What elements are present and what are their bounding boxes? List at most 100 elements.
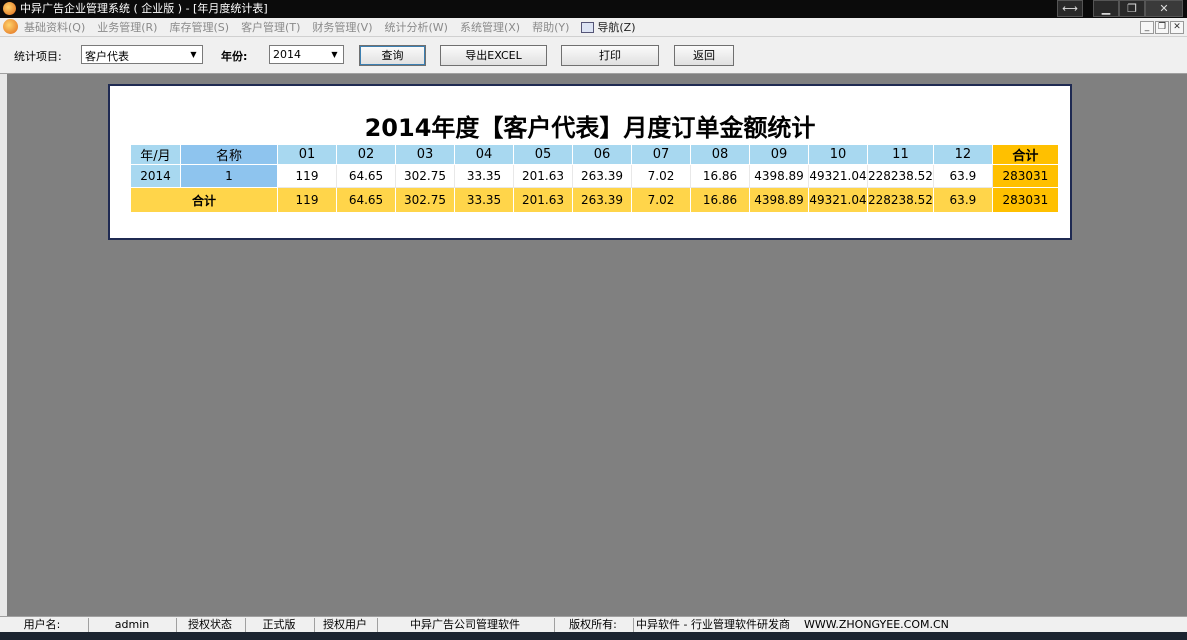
total-month-value: 49321.04	[808, 187, 868, 213]
year-label: 年份:	[221, 50, 248, 63]
row-month-value: 263.39	[572, 164, 632, 188]
header-month: 09	[749, 144, 809, 165]
mdi-close-button[interactable]: ✕	[1170, 21, 1184, 34]
total-month-value: 201.63	[513, 187, 573, 213]
row-month-value: 63.9	[932, 164, 993, 188]
row-month-value: 201.63	[513, 164, 573, 188]
status-licensee-value: 中异广告公司管理软件	[410, 618, 520, 631]
menu-bar: 基础资料(Q) 业务管理(R) 库存管理(S) 客户管理(T) 财务管理(V) …	[0, 18, 1187, 37]
report-panel: 2014年度【客户代表】月度订单金额统计 年/月 名称 01 02 03 04 …	[108, 84, 1072, 240]
header-month: 05	[513, 144, 573, 165]
stat-item-value: 客户代表	[85, 50, 129, 63]
chevron-down-icon[interactable]: ▼	[186, 47, 201, 62]
menu-statistics[interactable]: 统计分析(W)	[384, 19, 447, 35]
total-month-value: 119	[277, 187, 337, 213]
chevron-down-icon[interactable]: ▼	[327, 47, 342, 62]
menu-customer[interactable]: 客户管理(T)	[241, 19, 300, 35]
status-copyright-value: 中异软件 - 行业管理软件研发商	[636, 618, 790, 631]
resize-icon[interactable]: ⟷	[1057, 0, 1083, 17]
status-divider	[554, 618, 555, 632]
header-month: 11	[867, 144, 934, 165]
close-button[interactable]: ✕	[1145, 0, 1183, 17]
year-select[interactable]: 2014 ▼	[269, 45, 344, 64]
mdi-minimize-button[interactable]: _	[1140, 21, 1154, 34]
row-month-value: 7.02	[631, 164, 691, 188]
stat-item-label: 统计项目:	[14, 50, 62, 63]
status-divider	[633, 618, 634, 632]
total-month-value: 64.65	[336, 187, 396, 213]
row-month-value: 228238.52	[867, 164, 934, 188]
menu-finance[interactable]: 财务管理(V)	[312, 19, 372, 35]
total-label: 合计	[130, 187, 278, 213]
status-auth-label: 授权状态	[188, 618, 232, 631]
total-month-value: 263.39	[572, 187, 632, 213]
status-divider	[245, 618, 246, 632]
status-user-label: 用户名:	[23, 618, 61, 631]
header-month: 02	[336, 144, 396, 165]
status-divider	[176, 618, 177, 632]
restore-button[interactable]: ❐	[1119, 0, 1145, 17]
table-total-row: 合计 119 64.65 302.75 33.35 201.63 263.39 …	[130, 187, 1059, 213]
minimize-button[interactable]: ▁	[1093, 0, 1119, 17]
table-header-row: 年/月 名称 01 02 03 04 05 06 07 08 09 10 11 …	[130, 144, 1059, 165]
window-titlebar: 中异广告企业管理系统 ( 企业版 ) - [年月度统计表] ⟷ ▁ ❐ ✕	[0, 0, 1187, 18]
menu-navigation-label: 导航(Z)	[597, 21, 636, 34]
os-taskbar	[0, 632, 1187, 640]
window-title: 中异广告企业管理系统 ( 企业版 ) - [年月度统计表]	[20, 2, 268, 15]
filter-toolbar: 统计项目: 客户代表 ▼ 年份: 2014 ▼ 查询 导出EXCEL 打印 返回	[0, 37, 1187, 74]
menu-help[interactable]: 帮助(Y)	[532, 19, 569, 35]
stat-table: 年/月 名称 01 02 03 04 05 06 07 08 09 10 11 …	[130, 144, 1059, 213]
total-month-value: 63.9	[932, 187, 993, 213]
row-month-value: 119	[277, 164, 337, 188]
status-divider	[314, 618, 315, 632]
row-month-value: 49321.04	[808, 164, 868, 188]
row-sum: 283031	[991, 164, 1059, 188]
row-month-value: 302.75	[395, 164, 455, 188]
status-licensee-label: 授权用户	[323, 618, 367, 631]
report-title: 2014年度【客户代表】月度订单金额统计	[364, 114, 816, 142]
mdi-child-icon[interactable]	[3, 19, 18, 34]
header-month: 07	[631, 144, 691, 165]
status-copyright-label: 版权所有:	[569, 618, 617, 631]
header-month: 01	[277, 144, 337, 165]
header-month: 12	[932, 144, 993, 165]
header-month: 08	[690, 144, 750, 165]
total-month-value: 16.86	[690, 187, 750, 213]
stat-item-select[interactable]: 客户代表 ▼	[81, 45, 203, 64]
status-auth-value: 正式版	[262, 618, 296, 631]
header-name: 名称	[180, 144, 278, 165]
back-button[interactable]: 返回	[674, 45, 734, 66]
menu-business[interactable]: 业务管理(R)	[97, 19, 157, 35]
status-divider	[88, 618, 89, 632]
row-year: 2014	[130, 164, 181, 188]
header-sum: 合计	[991, 144, 1059, 165]
query-button[interactable]: 查询	[359, 45, 426, 66]
status-divider	[377, 618, 378, 632]
total-sum: 283031	[991, 187, 1059, 213]
left-frame-edge	[0, 74, 7, 616]
menu-system[interactable]: 系统管理(X)	[460, 19, 520, 35]
status-user-value: admin	[114, 618, 150, 631]
header-month: 10	[808, 144, 868, 165]
menu-inventory[interactable]: 库存管理(S)	[169, 19, 229, 35]
menu-navigation[interactable]: 导航(Z)	[581, 19, 636, 35]
row-month-value: 64.65	[336, 164, 396, 188]
total-month-value: 4398.89	[749, 187, 809, 213]
header-year-month: 年/月	[130, 144, 181, 165]
header-month: 03	[395, 144, 455, 165]
status-bar: 用户名: admin 授权状态 正式版 授权用户 中异广告公司管理软件 版权所有…	[0, 616, 1187, 633]
export-excel-button[interactable]: 导出EXCEL	[440, 45, 547, 66]
mdi-restore-button[interactable]: ❐	[1155, 21, 1169, 34]
row-month-value: 33.35	[454, 164, 514, 188]
year-value: 2014	[273, 48, 301, 61]
app-icon[interactable]	[3, 2, 16, 15]
row-month-value: 16.86	[690, 164, 750, 188]
header-month: 04	[454, 144, 514, 165]
row-name[interactable]: 1	[180, 164, 278, 188]
total-month-value: 228238.52	[867, 187, 934, 213]
menu-basic-data[interactable]: 基础资料(Q)	[24, 19, 85, 35]
table-row[interactable]: 2014 1 119 64.65 302.75 33.35 201.63 263…	[130, 164, 1059, 188]
total-month-value: 302.75	[395, 187, 455, 213]
row-month-value: 4398.89	[749, 164, 809, 188]
print-button[interactable]: 打印	[561, 45, 659, 66]
